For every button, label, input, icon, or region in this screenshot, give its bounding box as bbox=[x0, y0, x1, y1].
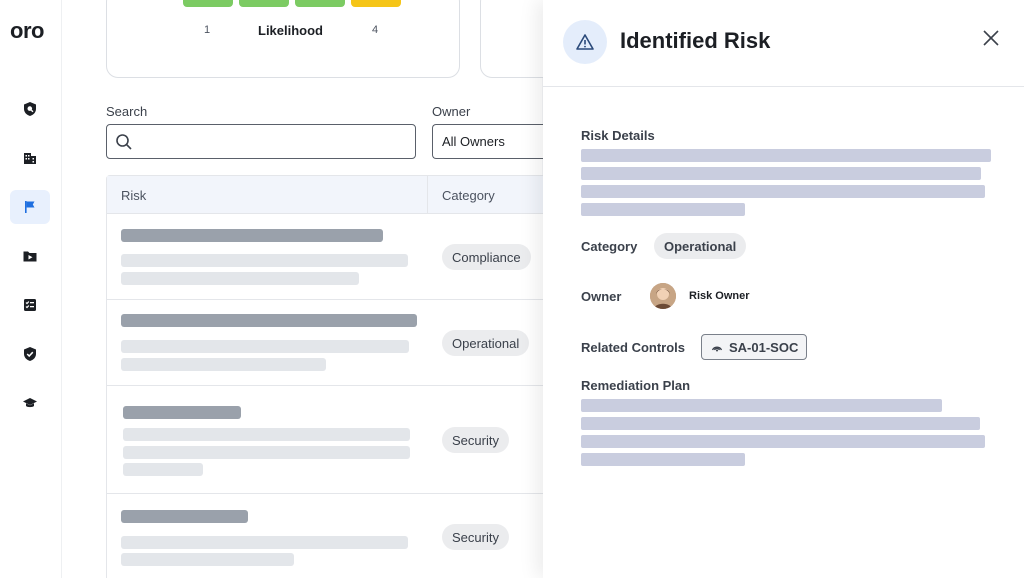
risk-title-skeleton bbox=[121, 314, 417, 327]
risk-desc-skeleton bbox=[121, 553, 294, 566]
risk-desc-skeleton bbox=[121, 358, 326, 371]
risk-detail-panel: Identified Risk Risk Details Category Op… bbox=[543, 0, 1024, 578]
category-chip: Security bbox=[442, 427, 509, 453]
likelihood-max: 4 bbox=[372, 24, 379, 36]
table-row[interactable]: Operational bbox=[107, 300, 565, 386]
table-row[interactable]: Compliance bbox=[107, 214, 565, 300]
risk-desc-skeleton bbox=[123, 428, 410, 441]
risk-desc-skeleton bbox=[121, 272, 359, 285]
nav-item-risks[interactable] bbox=[10, 190, 50, 224]
column-header-risk[interactable]: Risk bbox=[121, 188, 146, 203]
risk-register-main: 1 Likelihood 4 Search Owner All Owners R… bbox=[62, 0, 566, 578]
search-box[interactable] bbox=[106, 124, 416, 159]
table-row[interactable]: Security bbox=[107, 494, 565, 578]
likelihood-axis-label: Likelihood bbox=[258, 23, 323, 38]
nav-item-risk-search[interactable] bbox=[10, 92, 50, 126]
flag-icon bbox=[25, 201, 35, 213]
risk-desc-skeleton bbox=[121, 254, 408, 267]
search-input[interactable] bbox=[139, 126, 415, 157]
remediation-skeleton bbox=[581, 435, 985, 448]
risk-details-skeleton bbox=[581, 185, 985, 198]
likelihood-min: 1 bbox=[204, 24, 211, 36]
risk-title-skeleton bbox=[121, 510, 248, 523]
side-nav: oro bbox=[0, 0, 62, 578]
category-label: Category bbox=[581, 239, 638, 254]
warning-triangle-icon bbox=[576, 34, 594, 50]
table-header: Risk Category bbox=[107, 176, 565, 214]
oro-logo[interactable]: oro bbox=[10, 18, 44, 44]
risk-heatmap-card: 1 Likelihood 4 bbox=[106, 0, 460, 78]
risk-title-skeleton bbox=[121, 229, 383, 242]
category-chip: Operational bbox=[654, 233, 747, 259]
column-header-category[interactable]: Category bbox=[442, 188, 495, 203]
remediation-skeleton bbox=[581, 453, 745, 466]
risk-details-skeleton bbox=[581, 167, 981, 180]
nav-item-vendors[interactable] bbox=[10, 141, 50, 175]
risk-desc-skeleton bbox=[121, 340, 409, 353]
heatmap-cell[interactable] bbox=[183, 0, 233, 7]
close-icon bbox=[983, 30, 999, 46]
search-icon bbox=[116, 133, 132, 150]
remediation-skeleton bbox=[581, 417, 980, 430]
shield-search-icon bbox=[24, 102, 36, 116]
remediation-skeleton bbox=[581, 399, 942, 412]
control-id: SA-01-SOC bbox=[729, 339, 799, 355]
owner-name[interactable]: Risk Owner bbox=[689, 290, 750, 302]
remediation-plan-label: Remediation Plan bbox=[581, 378, 691, 393]
building-icon bbox=[24, 153, 36, 164]
risk-desc-skeleton bbox=[123, 446, 410, 459]
heatmap-cell[interactable] bbox=[295, 0, 345, 7]
risk-desc-skeleton bbox=[123, 463, 203, 476]
owner-label: Owner bbox=[581, 289, 622, 304]
close-button[interactable] bbox=[977, 24, 1005, 52]
risk-details-skeleton bbox=[581, 203, 745, 216]
related-controls-label: Related Controls bbox=[581, 340, 686, 355]
table-row[interactable]: Security bbox=[107, 386, 565, 494]
risk-title-skeleton bbox=[123, 406, 241, 419]
search-label: Search bbox=[106, 104, 148, 119]
nav-item-training[interactable] bbox=[10, 386, 50, 420]
risk-desc-skeleton bbox=[121, 536, 408, 549]
heatmap-cell[interactable] bbox=[351, 0, 401, 7]
avatar bbox=[650, 283, 676, 309]
folder-play-icon bbox=[23, 251, 37, 262]
category-chip: Security bbox=[442, 524, 509, 550]
nav-item-tasks[interactable] bbox=[10, 288, 50, 322]
risk-details-skeleton bbox=[581, 149, 991, 162]
category-chip: Compliance bbox=[442, 244, 531, 270]
risk-table: Risk Category Compliance Operational Sec… bbox=[106, 175, 566, 578]
panel-title: Identified Risk bbox=[620, 28, 771, 53]
checklist-icon bbox=[24, 299, 36, 311]
person-avatar-icon bbox=[650, 283, 676, 309]
nav-item-compliance[interactable] bbox=[10, 337, 50, 371]
heatmap-cell[interactable] bbox=[239, 0, 289, 7]
owner-label: Owner bbox=[432, 104, 471, 119]
graduation-cap-icon bbox=[23, 398, 37, 408]
control-chip[interactable]: SA-01-SOC bbox=[701, 334, 808, 360]
nav-item-evidence[interactable] bbox=[10, 239, 50, 273]
risk-badge bbox=[563, 20, 607, 64]
risk-details-label: Risk Details bbox=[581, 128, 655, 143]
column-divider bbox=[427, 176, 428, 214]
panel-header: Identified Risk bbox=[543, 0, 1024, 87]
shield-check-icon bbox=[24, 347, 36, 361]
control-signal-icon bbox=[711, 346, 723, 352]
category-chip: Operational bbox=[442, 330, 530, 356]
